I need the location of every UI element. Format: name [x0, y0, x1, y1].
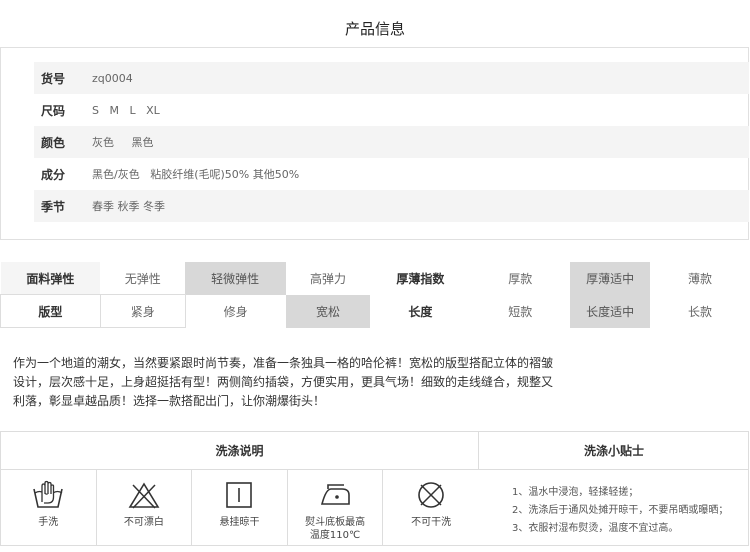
description-line: 设计，层次感十足，上身超挺括有型！两侧简约插袋，方便实用，更具气场！细致的走线缝… [13, 375, 554, 389]
description-line: 作为一个地道的潮女，当然要紧跟时尚节奏，准备一条独具一格的哈伦裤！宽松的版型搭配… [13, 356, 554, 370]
description-line: 利落，彰显卓越品质！选择一款搭配出门，让你潮爆街头！ [13, 394, 326, 408]
attr-label-fit: 版型 [0, 294, 101, 328]
info-row-material: 成分 黑色/灰色 粘胶纤维(毛呢)50% 其他50% [34, 158, 749, 190]
attr-label-thickness: 厚薄指数 [396, 271, 445, 286]
wash-tips-list: 1、温水中浸泡，轻揉轻搓； 2、洗涤后于通风处摊开晾干，不要吊晒或曝晒； 3、衣… [479, 470, 749, 546]
hang-dry-icon [226, 482, 253, 508]
attr-option: 修身 [223, 304, 248, 319]
info-label: 尺码 [40, 103, 65, 118]
info-row-sku: 货号 zq0004 [34, 62, 749, 94]
info-label: 季节 [40, 199, 65, 214]
info-value: S M L XL [92, 103, 160, 117]
attr-option: 短款 [508, 304, 533, 319]
attr-option-selected: 宽松 [285, 294, 371, 328]
attr-label-elastic: 面料弹性 [0, 262, 101, 295]
wash-caption: 不可漂白 [123, 517, 164, 528]
wash-tips-title: 洗涤小贴士 [479, 432, 749, 470]
info-row-size: 尺码 S M L XL [34, 94, 749, 126]
info-label: 成分 [40, 167, 65, 182]
attr-option: 厚款 [508, 271, 533, 286]
info-label: 颜色 [40, 135, 65, 150]
wash-tip: 1、温水中浸泡，轻揉轻搓； [512, 487, 639, 498]
wash-instructions-title: 洗涤说明 [1, 432, 479, 470]
attribute-row-1: 面料弹性 无弹性 轻微弹性 高弹力 厚薄指数 厚款 厚薄适中 薄款 [0, 262, 750, 295]
info-value: zq0004 [92, 71, 133, 85]
info-row-season: 季节 春季 秋季 冬季 [34, 190, 749, 222]
wash-icon-cell: 熨斗底板最高 温度110℃ [288, 470, 384, 546]
product-description: 作为一个地道的潮女，当然要紧跟时尚节奏，准备一条独具一格的哈伦裤！宽松的版型搭配… [13, 354, 573, 411]
attr-option-selected: 厚薄适中 [570, 262, 651, 295]
product-info-panel: 货号 zq0004 尺码 S M L XL 颜色 灰色 黑色 成分 黑色/灰色 … [0, 47, 749, 240]
no-dry-clean-icon [418, 482, 444, 508]
attribute-table: 面料弹性 无弹性 轻微弹性 高弹力 厚薄指数 厚款 厚薄适中 薄款 版型 紧身 … [0, 262, 750, 328]
attr-option: 薄款 [688, 271, 713, 286]
no-bleach-icon [128, 482, 160, 509]
iron-icon [321, 484, 350, 505]
wash-panel: 洗涤说明 洗涤小贴士 手洗 不可漂白 悬挂晾干 熨斗底板最高 温度110℃ 不可… [0, 431, 749, 546]
attribute-row-2: 版型 紧身 修身 宽松 长度 短款 长度适中 长款 [0, 294, 750, 328]
hand-wash-icon [33, 480, 64, 508]
attr-option-selected: 轻微弹性 [185, 262, 286, 295]
wash-tip: 2、洗涤后于通风处摊开晾干，不要吊晒或曝晒； [512, 505, 729, 516]
info-label: 货号 [40, 71, 65, 86]
wash-caption: 悬挂晾干 [219, 517, 260, 528]
wash-icon-cell: 手洗 [1, 470, 97, 546]
attr-option-selected: 长度适中 [570, 294, 651, 328]
wash-icon-cell: 不可干洗 [383, 470, 479, 546]
wash-icon-cell: 悬挂晾干 [192, 470, 288, 546]
info-value: 黑色/灰色 粘胶纤维(毛呢)50% 其他50% [92, 168, 300, 181]
wash-caption: 手洗 [38, 517, 59, 528]
wash-icons: 手洗 不可漂白 悬挂晾干 熨斗底板最高 温度110℃ 不可干洗 [1, 470, 479, 546]
wash-tip: 3、衣服衬湿布熨烫，温度不宜过高。 [512, 523, 679, 534]
attr-option: 紧身 [99, 294, 186, 328]
wash-icon-cell: 不可漂白 [97, 470, 193, 546]
info-row-color: 颜色 灰色 黑色 [34, 126, 749, 158]
attr-option: 长款 [688, 304, 713, 319]
wash-caption: 不可干洗 [411, 517, 452, 528]
wash-caption: 熨斗底板最高 温度110℃ [288, 516, 383, 542]
info-value: 灰色 黑色 [92, 136, 154, 149]
wash-caption-line: 温度110℃ [309, 530, 361, 541]
wash-caption-line: 熨斗底板最高 [305, 517, 366, 528]
attr-option: 高弹力 [310, 271, 347, 286]
attr-label-length: 长度 [408, 304, 433, 319]
page-title: 产品信息 [344, 20, 405, 38]
attr-option: 无弹性 [124, 271, 161, 286]
info-value: 春季 秋季 冬季 [92, 200, 165, 213]
